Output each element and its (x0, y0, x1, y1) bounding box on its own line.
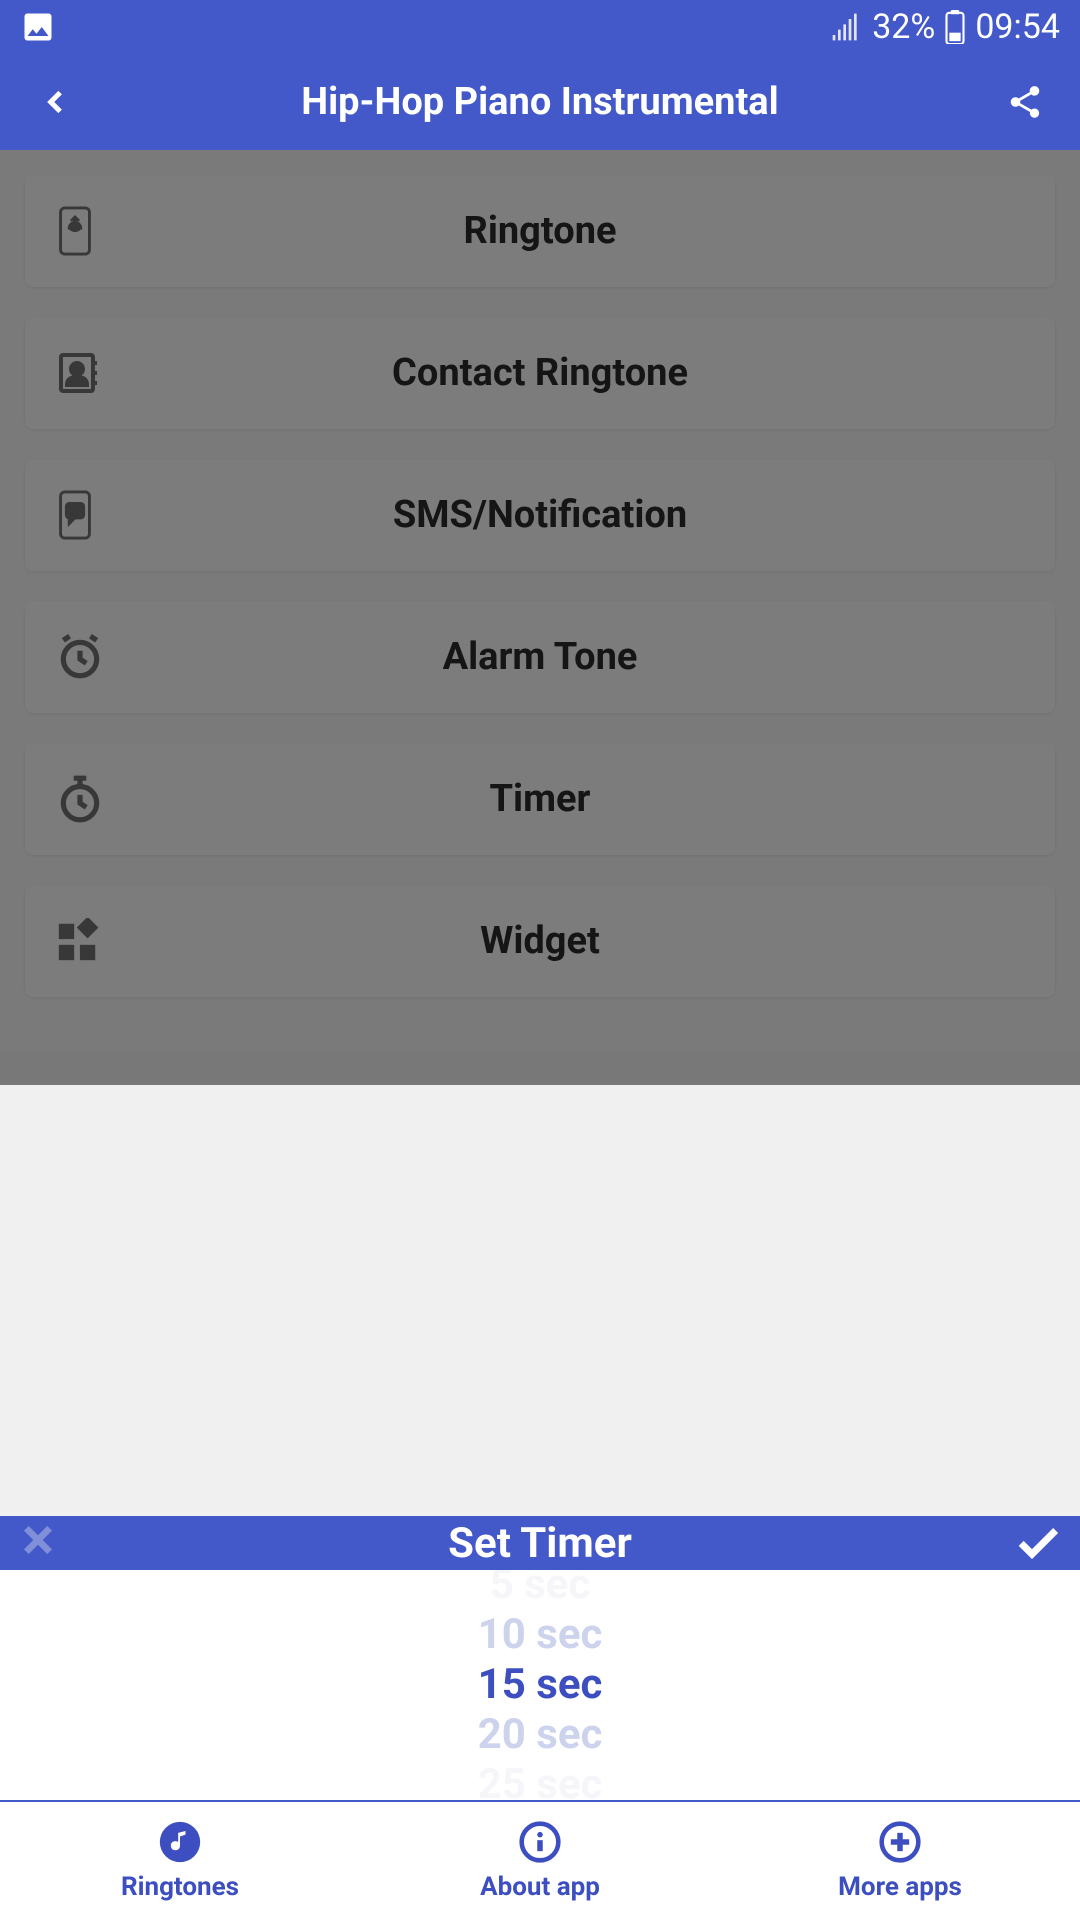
option-label: Alarm Tone (55, 635, 1025, 679)
signal-icon (830, 11, 862, 43)
option-label: Ringtone (55, 209, 1025, 253)
plus-icon (878, 1820, 922, 1864)
option-alarm-tone[interactable]: Alarm Tone (25, 601, 1055, 713)
bottom-nav: Ringtones About app More apps (0, 1800, 1080, 1920)
nav-ringtones[interactable]: Ringtones (0, 1802, 360, 1920)
share-icon (1006, 83, 1044, 121)
nav-more-apps[interactable]: More apps (720, 1802, 1080, 1920)
option-label: Contact Ringtone (55, 351, 1025, 395)
check-icon (1014, 1519, 1062, 1567)
battery-icon (945, 10, 965, 44)
music-note-icon (158, 1820, 202, 1864)
app-bar: Hip-Hop Piano Instrumental (0, 54, 1080, 150)
timer-header: Set Timer (0, 1516, 1080, 1570)
option-label: SMS/Notification (55, 493, 1025, 537)
content-area: Ringtone Contact Ringtone (0, 150, 1080, 1052)
option-contact-ringtone[interactable]: Contact Ringtone (25, 317, 1055, 429)
option-label: Timer (55, 777, 1025, 821)
timer-option[interactable]: 25 sec (478, 1760, 603, 1800)
battery-percent: 32% (872, 7, 935, 47)
chevron-left-icon (35, 82, 75, 122)
page-title: Hip-Hop Piano Instrumental (80, 80, 1000, 124)
close-button[interactable] (18, 1515, 68, 1572)
status-bar: 32% 09:54 (0, 0, 1080, 54)
option-widget[interactable]: Widget (25, 885, 1055, 997)
timer-option[interactable]: 10 sec (478, 1610, 603, 1660)
info-icon (518, 1820, 562, 1864)
back-button[interactable] (30, 82, 80, 122)
timer-option[interactable]: 5 sec (490, 1570, 591, 1610)
confirm-button[interactable] (1012, 1519, 1062, 1567)
close-icon (18, 1520, 58, 1560)
nav-label: About app (480, 1872, 600, 1902)
timer-title: Set Timer (68, 1519, 1012, 1568)
status-left (20, 9, 56, 45)
timer-option-selected[interactable]: 15 sec (478, 1660, 603, 1710)
status-right: 32% 09:54 (830, 7, 1060, 47)
option-timer[interactable]: Timer (25, 743, 1055, 855)
share-button[interactable] (1000, 83, 1050, 121)
image-icon (20, 9, 56, 45)
timer-option[interactable]: 20 sec (478, 1710, 603, 1760)
timer-sheet: Set Timer 5 sec 10 sec 15 sec 20 sec 25 … (0, 1516, 1080, 1800)
option-sms-notification[interactable]: SMS/Notification (25, 459, 1055, 571)
option-ringtone[interactable]: Ringtone (25, 175, 1055, 287)
status-time: 09:54 (975, 7, 1060, 47)
nav-label: Ringtones (121, 1872, 239, 1902)
nav-label: More apps (838, 1872, 962, 1902)
timer-picker[interactable]: 5 sec 10 sec 15 sec 20 sec 25 sec (0, 1570, 1080, 1800)
nav-about-app[interactable]: About app (360, 1802, 720, 1920)
option-label: Widget (55, 919, 1025, 963)
